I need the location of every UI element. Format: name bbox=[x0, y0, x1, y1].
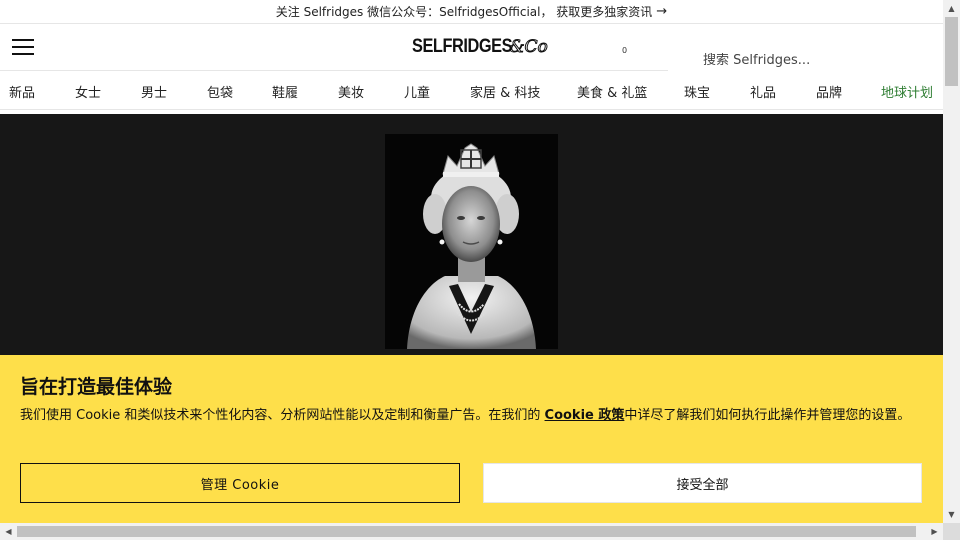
cookie-description: 我们使用 Cookie 和类似技术来个性化内容、分析网站性能以及定制和衡量广告。… bbox=[20, 407, 925, 425]
nav-item-home-tech[interactable]: 家居 & 科技 bbox=[470, 82, 540, 101]
scroll-up-icon[interactable]: ▲ bbox=[943, 0, 960, 17]
logo-suffix: &Co bbox=[509, 37, 548, 58]
nav-item-brands[interactable]: 品牌 bbox=[816, 82, 842, 101]
scrollbar-corner bbox=[943, 523, 960, 540]
search-input[interactable] bbox=[703, 52, 933, 68]
cookie-banner: 旨在打造最佳体验 我们使用 Cookie 和类似技术来个性化内容、分析网站性能以… bbox=[0, 355, 943, 523]
vertical-scrollbar[interactable]: ▲ ▼ bbox=[943, 0, 960, 523]
main-nav: 新品 女士 男士 包袋 鞋履 美妆 儿童 家居 & 科技 美食 & 礼篮 珠宝 … bbox=[0, 70, 943, 110]
cookie-text-after: 中详尽了解我们如何执行此操作并管理您的设置。 bbox=[624, 408, 911, 423]
nav-item-project-earth[interactable]: 地球计划 bbox=[881, 82, 933, 101]
cookie-text-before: 我们使用 Cookie 和类似技术来个性化内容、分析网站性能以及定制和衡量广告。… bbox=[20, 408, 545, 423]
portrait-image bbox=[385, 134, 558, 349]
nav-item-food-hampers[interactable]: 美食 & 礼篮 bbox=[577, 82, 647, 101]
nav-item-beauty[interactable]: 美妆 bbox=[338, 82, 364, 101]
search-box[interactable] bbox=[668, 45, 943, 75]
scroll-left-icon[interactable]: ◀ bbox=[0, 523, 17, 540]
arrow-right-icon: → bbox=[656, 4, 668, 19]
vertical-scroll-thumb[interactable] bbox=[945, 17, 958, 86]
manage-cookies-button[interactable]: 管理 Cookie bbox=[20, 463, 460, 503]
cookie-title: 旨在打造最佳体验 bbox=[20, 376, 173, 398]
scroll-right-icon[interactable]: ▶ bbox=[926, 523, 943, 540]
scroll-down-icon[interactable]: ▼ bbox=[943, 506, 960, 523]
nav-item-women[interactable]: 女士 bbox=[75, 82, 101, 101]
nav-item-men[interactable]: 男士 bbox=[141, 82, 167, 101]
cookie-policy-link[interactable]: Cookie 政策 bbox=[545, 408, 625, 423]
nav-item-new[interactable]: 新品 bbox=[9, 82, 35, 101]
browser-page: 关注 Selfridges 微信公众号：SelfridgesOfficial， … bbox=[0, 0, 960, 540]
bag-count-badge[interactable]: 0 bbox=[622, 46, 627, 55]
horizontal-scroll-thumb[interactable] bbox=[17, 526, 916, 537]
nav-item-bags[interactable]: 包袋 bbox=[207, 82, 233, 101]
viewport: 关注 Selfridges 微信公众号：SelfridgesOfficial， … bbox=[0, 0, 943, 523]
nav-item-gifts[interactable]: 礼品 bbox=[750, 82, 776, 101]
menu-icon[interactable] bbox=[12, 38, 34, 56]
nav-item-kids[interactable]: 儿童 bbox=[404, 82, 430, 101]
accept-all-button[interactable]: 接受全部 bbox=[483, 463, 922, 503]
selfridges-logo[interactable]: SELFRIDGES &Co bbox=[412, 36, 548, 60]
horizontal-scrollbar[interactable]: ◀ ▶ bbox=[0, 523, 943, 540]
logo-wordmark: SELFRIDGES bbox=[412, 36, 513, 57]
nav-item-jewellery[interactable]: 珠宝 bbox=[684, 82, 710, 101]
nav-item-shoes[interactable]: 鞋履 bbox=[272, 82, 298, 101]
promo-text: 关注 Selfridges 微信公众号：SelfridgesOfficial， … bbox=[275, 5, 653, 19]
promo-bar[interactable]: 关注 Selfridges 微信公众号：SelfridgesOfficial， … bbox=[0, 0, 943, 24]
